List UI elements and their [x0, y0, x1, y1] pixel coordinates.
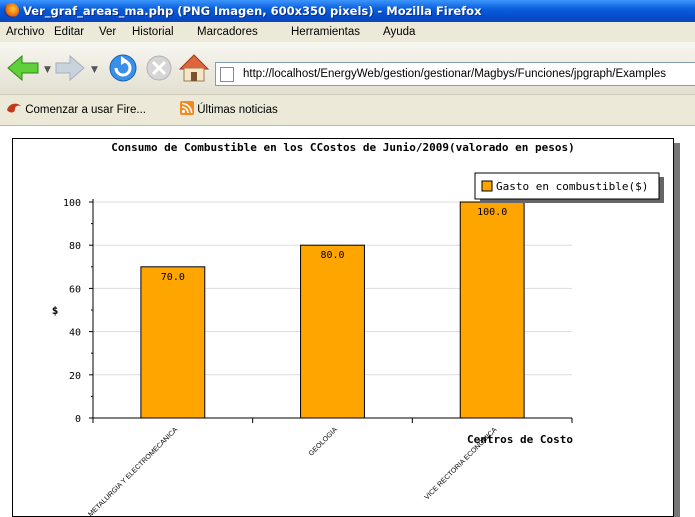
reload-icon[interactable] — [109, 54, 137, 82]
y-tick-label: 80 — [69, 241, 81, 252]
url-text[interactable]: http://localhost/EnergyWeb/gestion/gesti… — [243, 63, 666, 85]
menu-ver[interactable]: Ver — [99, 22, 116, 42]
rss-feed-icon — [180, 101, 194, 115]
y-tick-label: 40 — [69, 328, 81, 339]
window-title: Ver_graf_areas_ma.php (PNG Imagen, 600x3… — [23, 4, 482, 18]
bar — [300, 244, 365, 419]
chart-legend: Gasto en combustible($) — [474, 172, 664, 203]
data-label: 70.0 — [161, 272, 185, 283]
menu-herramientas[interactable]: Herramientas — [291, 22, 360, 42]
menu-ayuda[interactable]: Ayuda — [383, 22, 415, 42]
y-tick-label: 60 — [69, 284, 81, 295]
menu-archivo[interactable]: Archivo — [6, 22, 44, 42]
image-shadow — [674, 143, 680, 517]
x-tick-label: METALURGIA Y ELECTROMECANICA — [87, 426, 179, 516]
back-button[interactable] — [7, 54, 39, 82]
bookmark-getting-started[interactable]: Comenzar a usar Fire... — [6, 95, 146, 125]
menu-marcadores[interactable]: Marcadores — [197, 22, 258, 42]
bar-chart: Consumo de Combustible en los CCostos de… — [52, 141, 664, 516]
y-tick-label: 0 — [75, 414, 81, 425]
y-tick-label: 100 — [63, 198, 81, 209]
back-dropdown-icon[interactable]: ▼ — [44, 65, 51, 75]
x-axis-label: Centros de Costo — [467, 433, 573, 446]
forward-dropdown-icon[interactable]: ▼ — [91, 65, 98, 75]
forward-button[interactable] — [55, 54, 85, 82]
data-label: 80.0 — [320, 250, 344, 261]
firefox-icon — [4, 3, 19, 18]
menu-bar: Archivo Editar Ver Historial Marcadores … — [0, 22, 695, 42]
bookmark-latest-news[interactable]: Últimas noticias — [180, 95, 278, 125]
y-tick-label: 20 — [69, 371, 81, 382]
chart-title: Consumo de Combustible en los CCostos de… — [111, 141, 575, 154]
y-axis-label: $ — [52, 304, 59, 317]
legend-label: Gasto en combustible($) — [496, 180, 648, 193]
data-label: 100.0 — [477, 207, 507, 218]
page-icon — [220, 67, 234, 82]
legend-swatch — [481, 180, 493, 192]
address-bar[interactable]: http://localhost/EnergyWeb/gestion/gesti… — [215, 62, 695, 86]
home-icon[interactable] — [178, 54, 210, 82]
bookmark-latest-news-label: Últimas noticias — [197, 104, 278, 116]
bookmark-getting-started-label: Comenzar a usar Fire... — [25, 104, 146, 116]
window-titlebar: Ver_graf_areas_ma.php (PNG Imagen, 600x3… — [0, 0, 695, 22]
bar — [459, 201, 525, 419]
stop-icon[interactable] — [146, 55, 172, 81]
x-tick-label: GEOLOGIA — [308, 426, 339, 457]
bar — [140, 266, 206, 419]
menu-historial[interactable]: Historial — [132, 22, 174, 42]
png-image: Consumo de Combustible en los CCostos de… — [12, 138, 674, 517]
firefox-bookmark-icon — [7, 103, 21, 113]
menu-editar[interactable]: Editar — [54, 22, 84, 42]
bookmarks-toolbar: Comenzar a usar Fire... Últimas noticias — [0, 95, 695, 126]
